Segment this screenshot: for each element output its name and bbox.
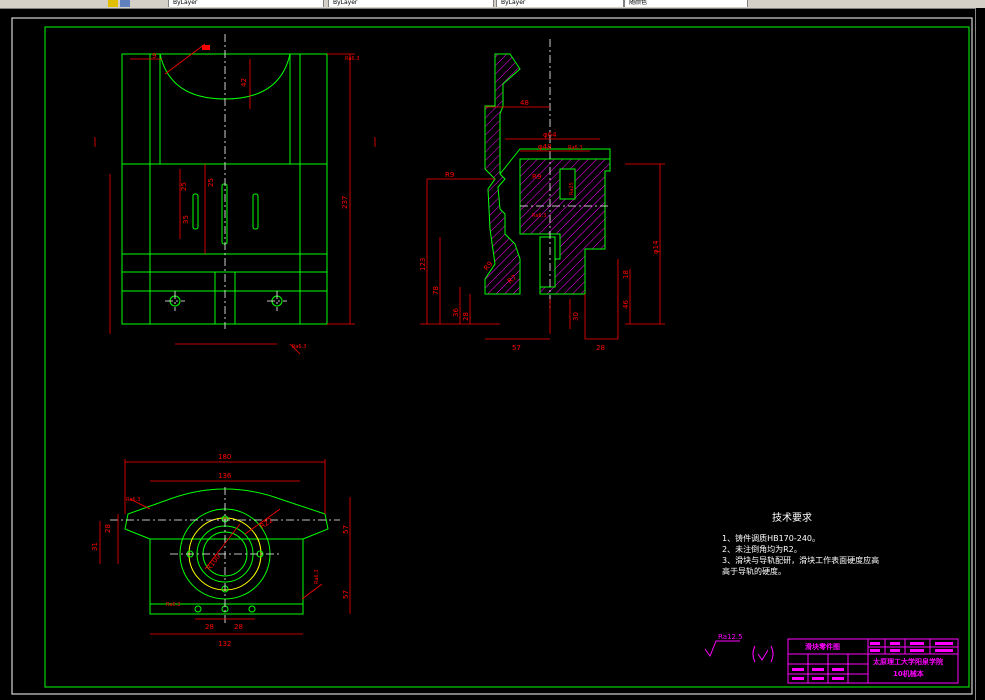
- dim-top-28a: 28: [205, 623, 214, 631]
- color-dropdown[interactable]: ByLayer: [168, 0, 324, 7]
- roughness-general: Ra12.5: [718, 633, 743, 641]
- roughness-top-2: Ra6.3: [314, 570, 320, 584]
- dim-side-36: 36: [452, 308, 460, 317]
- roughness-top-1: Ra6.3: [126, 497, 140, 503]
- roughness-front-1: Ra6.3: [345, 56, 359, 62]
- dim-side-phi48: φ48: [538, 143, 552, 151]
- school-name: 太原理工大学阳泉学院: [873, 658, 943, 666]
- dim-top-57a: 57: [342, 525, 350, 534]
- weld-marker: [202, 45, 210, 50]
- tb-cell: [832, 668, 844, 671]
- lineweight-dropdown[interactable]: ByLayer: [496, 0, 624, 7]
- dim-top-28b: 28: [234, 623, 243, 631]
- tb-cell: [792, 668, 804, 671]
- linetype-dropdown[interactable]: ByLayer: [328, 0, 494, 7]
- side-view: [484, 53, 611, 295]
- tb-cell: [870, 649, 880, 652]
- tb-cell: [870, 642, 880, 645]
- tech-req-line3a: 3、滑块与导轨配研，滑块工作表面硬度应高: [722, 556, 880, 565]
- tb-cell: [935, 649, 953, 652]
- tb-cell: [832, 677, 844, 680]
- roughness-side-2: Ra25: [569, 182, 575, 195]
- top-view: [124, 488, 329, 615]
- roughness-front-2: Ra6.3: [292, 344, 306, 350]
- tb-cell: [792, 677, 804, 680]
- dim-side-18: 18: [622, 270, 630, 279]
- tech-req-line3b: 高于导轨的硬度。: [722, 567, 786, 576]
- dim-front-25a: 25: [180, 182, 188, 191]
- dim-front-42: 42: [240, 78, 248, 87]
- part-name: 滑块零件图: [805, 643, 840, 651]
- tb-cell: [935, 642, 953, 645]
- roughness-top-3: Ra6.3: [166, 602, 180, 608]
- tb-cell: [812, 668, 824, 671]
- drawing-frame: [44, 26, 970, 688]
- dim-side-48: 48: [520, 99, 529, 107]
- plotstyle-dropdown[interactable]: 随颜色: [624, 0, 748, 7]
- front-view: [121, 53, 328, 325]
- dim-top-28: 28: [104, 524, 112, 533]
- dim-side-57: 57: [512, 344, 521, 352]
- dim-side-r9a: R9: [445, 171, 454, 179]
- tb-cell: [890, 649, 900, 652]
- roughness-symbol: [704, 640, 774, 663]
- layer-state-icon[interactable]: [120, 0, 130, 7]
- tech-req-title: 技术要求: [772, 513, 812, 524]
- toolbar: ByLayer ByLayer ByLayer 随颜色: [0, 0, 985, 9]
- dim-top-180: 180: [218, 453, 231, 461]
- dim-side-78: 78: [432, 286, 440, 295]
- tb-cell: [890, 642, 900, 645]
- layer-icon[interactable]: [108, 0, 118, 7]
- drawing-canvas[interactable]: 9 42 Ra6.3 237 25 25 35 Ra6.3 48 φ64 φ48…: [0, 9, 975, 700]
- dim-side-28a: 28: [462, 312, 470, 321]
- dim-side-30: 30: [572, 312, 580, 321]
- dim-front-9: 9: [152, 52, 156, 60]
- dim-side-123: 123: [419, 258, 427, 271]
- dim-side-28b: 28: [596, 344, 605, 352]
- tech-req-line2: 2、未注倒角均为R2。: [722, 545, 802, 554]
- dim-top-31: 31: [91, 542, 99, 551]
- vertical-scrollbar[interactable]: [975, 8, 985, 700]
- roughness-side-1: Ra6.3: [568, 145, 582, 151]
- tech-req-line1: 1、铸件调质HB170-240。: [722, 534, 821, 543]
- dim-side-r9b: R9: [532, 173, 541, 181]
- class-name: 10机械本: [893, 670, 924, 678]
- roughness-side-3: Ra6.3: [532, 213, 546, 219]
- tb-cell: [812, 677, 824, 680]
- dim-front-25b: 25: [207, 178, 215, 187]
- dim-top-r100: R100: [205, 553, 222, 573]
- dim-top-r22: R22: [259, 516, 275, 530]
- dim-top-132: 132: [218, 640, 231, 648]
- tb-cell: [910, 649, 924, 652]
- front-centerlines: [165, 34, 287, 329]
- dim-side-phi64: φ64: [543, 131, 557, 139]
- dim-top-57b: 57: [342, 590, 350, 599]
- dim-front-35: 35: [182, 215, 190, 224]
- dim-side-46: 46: [622, 300, 630, 309]
- dim-front-237: 237: [341, 196, 349, 209]
- tb-cell: [910, 642, 924, 645]
- dim-side-phi14: φ14: [652, 240, 660, 254]
- dim-top-136: 136: [218, 472, 232, 480]
